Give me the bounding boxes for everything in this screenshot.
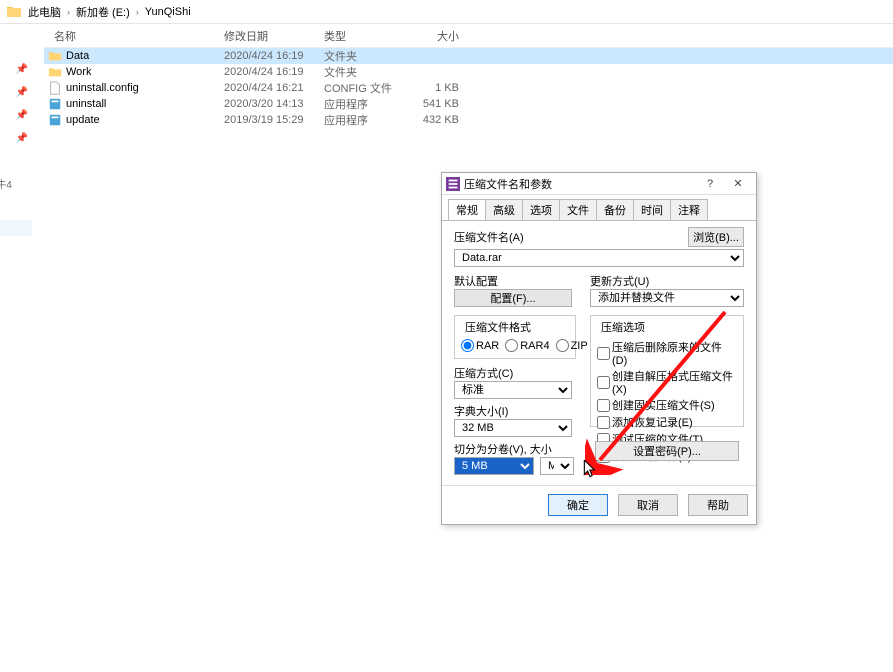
default-profile-label: 默认配置 xyxy=(454,273,576,289)
address-bar[interactable]: 此电脑 › 新加卷 (E:) › YunQiShi xyxy=(0,0,893,24)
file-date: 2020/4/24 16:19 xyxy=(224,50,324,62)
tab-4[interactable]: 备份 xyxy=(596,199,634,220)
pin-icon[interactable]: 📌 xyxy=(16,110,28,121)
breadcrumb-item[interactable]: 新加卷 (E:) xyxy=(76,4,130,20)
method-combo[interactable]: 标准 xyxy=(454,381,572,399)
split-label: 切分为分卷(V), 大小 xyxy=(454,441,576,457)
file-name: update xyxy=(66,114,224,126)
file-type: CONFIG 文件 xyxy=(324,80,409,96)
file-name: uninstall.config xyxy=(66,82,224,94)
folder-icon xyxy=(44,65,66,79)
sidebar-label: 牛4 xyxy=(0,176,12,191)
file-type: 文件夹 xyxy=(324,64,409,80)
col-name[interactable]: 名称 xyxy=(44,28,224,44)
ok-button[interactable]: 确定 xyxy=(548,494,608,516)
folder-icon xyxy=(44,49,66,63)
tab-1[interactable]: 高级 xyxy=(485,199,523,220)
chevron-right-icon: › xyxy=(67,7,70,17)
help-button[interactable]: 帮助 xyxy=(688,494,748,516)
compress-options-label: 压缩选项 xyxy=(599,319,647,335)
file-row[interactable]: Work2020/4/24 16:19文件夹 xyxy=(44,64,893,80)
filename-label: 压缩文件名(A) xyxy=(454,229,682,245)
file-size: 541 KB xyxy=(409,98,459,110)
tab-2[interactable]: 选项 xyxy=(522,199,560,220)
set-password-button[interactable]: 设置密码(P)... xyxy=(595,441,739,461)
tab-0[interactable]: 常规 xyxy=(448,199,486,220)
exe-icon xyxy=(44,113,66,127)
format-label: 压缩文件格式 xyxy=(463,319,533,335)
tab-5[interactable]: 时间 xyxy=(633,199,671,220)
dialog-title: 压缩文件名和参数 xyxy=(464,176,696,192)
file-row[interactable]: update2019/3/19 15:29应用程序432 KB xyxy=(44,112,893,128)
compress-option-1[interactable]: 创建自解压格式压缩文件(X) xyxy=(597,368,737,396)
exe-icon xyxy=(44,97,66,111)
file-row[interactable]: Data2020/4/24 16:19文件夹 xyxy=(44,48,893,64)
quick-access-highlight xyxy=(0,220,32,236)
file-date: 2020/4/24 16:21 xyxy=(224,82,324,94)
compress-dialog: 压缩文件名和参数 ? ✕ 常规高级选项文件备份时间注释 压缩文件名(A) 浏览(… xyxy=(441,172,757,525)
file-date: 2020/3/20 14:13 xyxy=(224,98,324,110)
file-size: 432 KB xyxy=(409,114,459,126)
update-mode-combo[interactable]: 添加并替换文件 xyxy=(590,289,744,307)
cancel-button[interactable]: 取消 xyxy=(618,494,678,516)
file-icon xyxy=(44,81,66,95)
file-name: Work xyxy=(66,66,224,78)
file-row[interactable]: uninstall.config2020/4/24 16:21CONFIG 文件… xyxy=(44,80,893,96)
file-date: 2019/3/19 15:29 xyxy=(224,114,324,126)
dict-label: 字典大小(I) xyxy=(454,403,576,419)
split-unit-combo[interactable]: MB xyxy=(540,457,574,475)
tab-bar: 常规高级选项文件备份时间注释 xyxy=(442,195,756,221)
tab-6[interactable]: 注释 xyxy=(670,199,708,220)
breadcrumb-item[interactable]: YunQiShi xyxy=(145,6,191,18)
dict-combo[interactable]: 32 MB xyxy=(454,419,572,437)
titlebar[interactable]: 压缩文件名和参数 ? ✕ xyxy=(442,173,756,195)
help-button[interactable]: ? xyxy=(696,178,724,190)
file-type: 文件夹 xyxy=(324,48,409,64)
format-radio-rar[interactable]: RAR xyxy=(461,339,499,352)
compress-option-0[interactable]: 压缩后删除原来的文件(D) xyxy=(597,339,737,367)
chevron-right-icon: › xyxy=(136,7,139,17)
folder-icon xyxy=(6,4,22,20)
file-date: 2020/4/24 16:19 xyxy=(224,66,324,78)
pin-icon[interactable]: 📌 xyxy=(16,133,28,144)
file-type: 应用程序 xyxy=(324,96,409,112)
col-type[interactable]: 类型 xyxy=(324,28,409,44)
pin-icon[interactable]: 📌 xyxy=(16,87,28,98)
col-size[interactable]: 大小 xyxy=(409,28,459,44)
file-name: uninstall xyxy=(66,98,224,110)
app-icon xyxy=(446,177,460,191)
breadcrumb-item[interactable]: 此电脑 xyxy=(28,4,61,20)
compress-option-2[interactable]: 创建固实压缩文件(S) xyxy=(597,397,737,413)
file-size: 1 KB xyxy=(409,82,459,94)
col-date[interactable]: 修改日期 xyxy=(224,28,324,44)
quick-access-sidebar: 📌 📌 📌 📌 牛4 xyxy=(0,24,44,672)
file-name: Data xyxy=(66,50,224,62)
filename-combo[interactable]: Data.rar xyxy=(454,249,744,267)
compress-option-3[interactable]: 添加恢复记录(E) xyxy=(597,414,737,430)
method-label: 压缩方式(C) xyxy=(454,365,576,381)
split-size-combo[interactable]: 5 MB xyxy=(454,457,534,475)
file-row[interactable]: uninstall2020/3/20 14:13应用程序541 KB xyxy=(44,96,893,112)
tab-3[interactable]: 文件 xyxy=(559,199,597,220)
profile-button[interactable]: 配置(F)... xyxy=(454,289,572,307)
column-headers[interactable]: 名称 修改日期 类型 大小 xyxy=(44,24,893,48)
format-radio-zip[interactable]: ZIP xyxy=(556,339,588,352)
update-mode-label: 更新方式(U) xyxy=(590,273,744,289)
format-radio-rar4[interactable]: RAR4 xyxy=(505,339,549,352)
browse-button[interactable]: 浏览(B)... xyxy=(688,227,744,247)
close-button[interactable]: ✕ xyxy=(724,177,752,190)
pin-icon[interactable]: 📌 xyxy=(16,64,28,75)
file-type: 应用程序 xyxy=(324,112,409,128)
